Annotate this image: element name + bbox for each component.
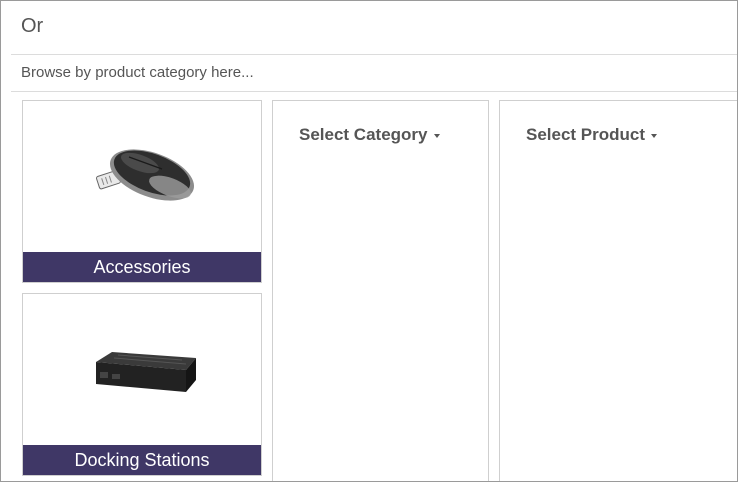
select-category-dropdown[interactable]: Select Category xyxy=(299,125,440,145)
divider xyxy=(11,54,737,55)
or-heading: Or xyxy=(21,15,44,37)
category-card-docking-stations[interactable]: Docking Stations xyxy=(22,293,262,476)
docking-station-icon xyxy=(23,294,261,445)
caret-down-icon xyxy=(651,133,658,138)
select-product-dropdown[interactable]: Select Product xyxy=(526,125,658,145)
mouse-icon xyxy=(23,101,261,252)
divider xyxy=(11,91,737,92)
select-category-label: Select Category xyxy=(299,125,428,144)
category-select-panel: Select Category xyxy=(272,100,489,481)
page-frame: Or Browse by product category here... Ac… xyxy=(0,0,738,482)
browse-instruction: Browse by product category here... xyxy=(21,64,254,81)
category-label: Accessories xyxy=(23,252,261,282)
product-select-panel: Select Product xyxy=(499,100,737,481)
select-product-label: Select Product xyxy=(526,125,646,144)
category-label: Docking Stations xyxy=(23,445,261,475)
category-card-accessories[interactable]: Accessories xyxy=(22,100,262,283)
caret-down-icon xyxy=(433,133,440,138)
